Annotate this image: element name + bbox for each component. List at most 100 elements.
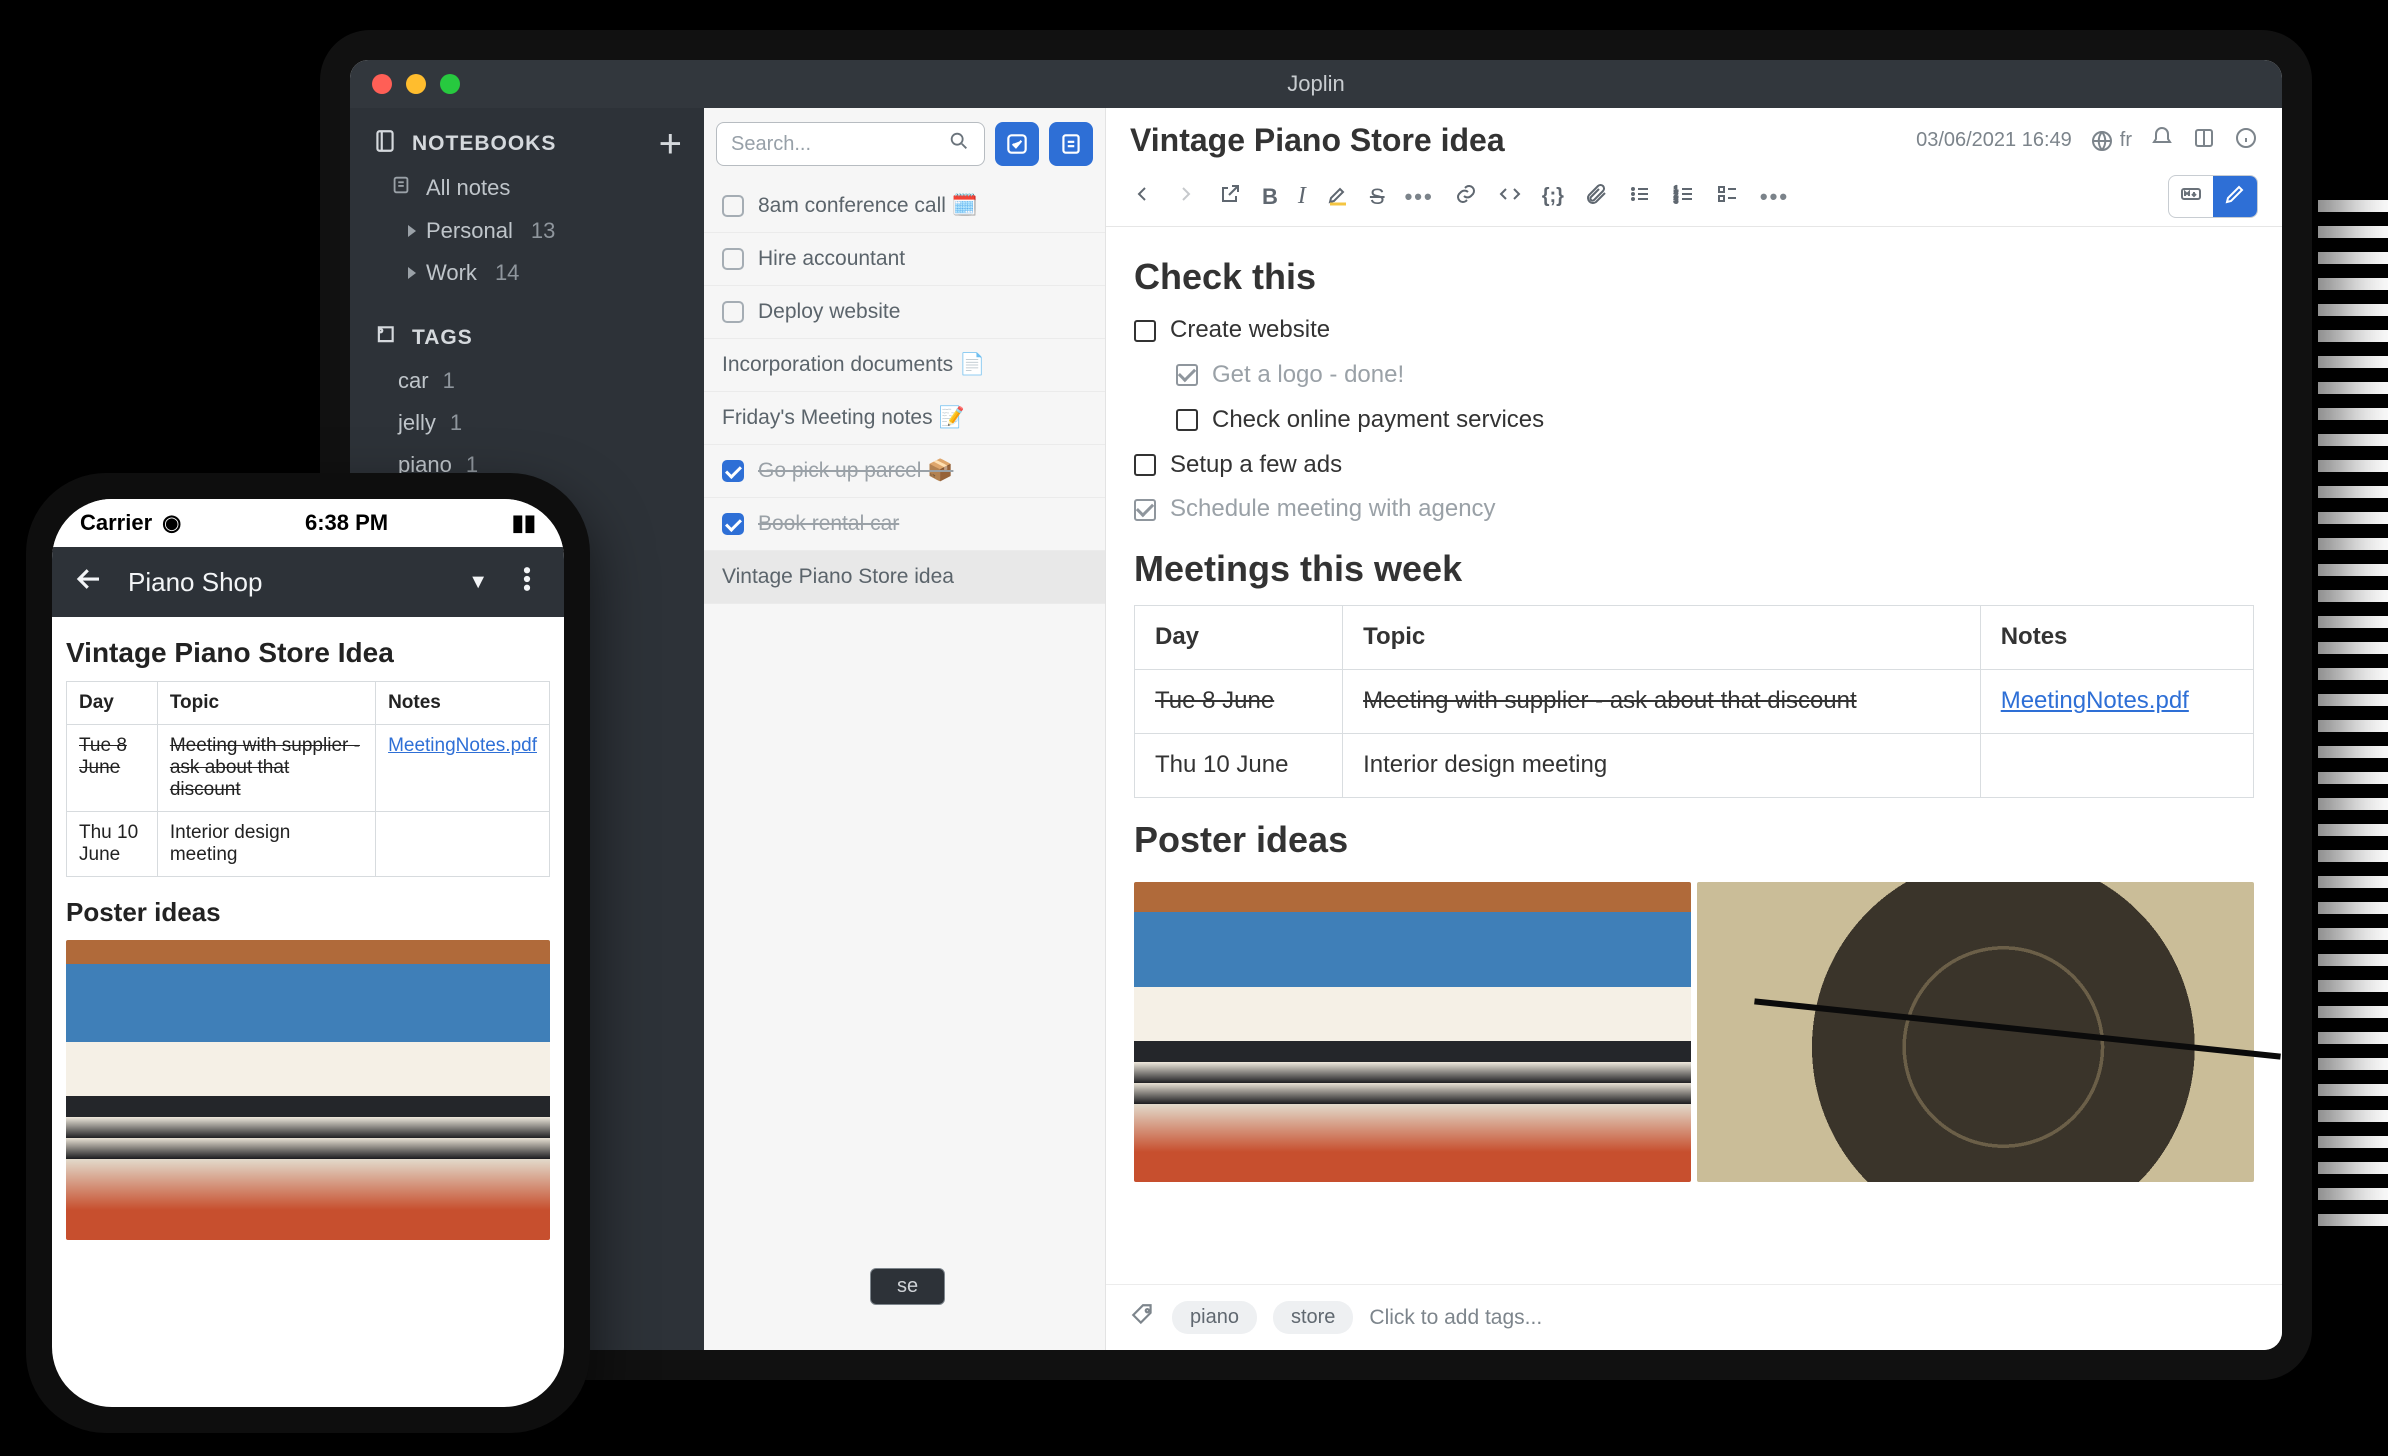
tag-chip-store[interactable]: store: [1273, 1301, 1353, 1334]
sidebar-all-notes[interactable]: All notes: [350, 166, 704, 210]
note-properties-button[interactable]: [2234, 126, 2258, 156]
task-row[interactable]: Schedule meeting with agency: [1134, 492, 2254, 527]
more-list-button[interactable]: •••: [1760, 184, 1789, 210]
notebooks-header: NOTEBOOKS: [412, 132, 556, 156]
phone-note-body[interactable]: Vintage Piano Store Idea DayTopicNotes T…: [52, 617, 564, 1407]
task-checkbox[interactable]: [1176, 364, 1198, 386]
more-menu-button[interactable]: [512, 564, 542, 601]
markdown-mode-button[interactable]: [2169, 176, 2213, 217]
task-checkbox[interactable]: [1176, 409, 1198, 431]
table-row: Thu 10 June Interior design meeting: [67, 812, 550, 877]
poster-image-piano: [1134, 882, 1691, 1182]
window-minimize-button[interactable]: [406, 74, 426, 94]
note-list-item[interactable]: Friday's Meeting notes 📝: [704, 392, 1105, 445]
add-tags-prompt[interactable]: Click to add tags...: [1369, 1306, 1542, 1330]
phone-note-title: Piano Shop: [128, 567, 262, 598]
col-day: Day: [1135, 606, 1343, 670]
task-checkbox[interactable]: [1134, 320, 1156, 342]
battery-icon: ▮▮: [512, 510, 536, 536]
table-row: Tue 8 June Meeting with supplier - ask a…: [1135, 670, 2254, 734]
tags-header: TAGS: [412, 326, 473, 350]
bullet-list-button[interactable]: [1628, 182, 1652, 211]
todo-checkbox[interactable]: [722, 195, 744, 217]
todo-checkbox[interactable]: [722, 460, 744, 482]
back-button[interactable]: [74, 564, 104, 601]
highlight-button[interactable]: [1326, 182, 1350, 211]
alarm-button[interactable]: [2150, 126, 2174, 156]
forward-button[interactable]: [1174, 182, 1198, 211]
todo-checkbox[interactable]: [722, 248, 744, 270]
table-row: Tue 8 June Meeting with supplier - ask a…: [67, 725, 550, 812]
task-row[interactable]: Create website: [1134, 313, 2254, 348]
sidebar-item-label: All notes: [426, 175, 510, 201]
note-list-item[interactable]: Deploy website: [704, 286, 1105, 339]
note-list-item[interactable]: Hire accountant: [704, 233, 1105, 286]
search-input[interactable]: Search...: [716, 122, 985, 166]
note-list-item[interactable]: Book rental car: [704, 498, 1105, 551]
more-format-button[interactable]: •••: [1405, 184, 1434, 210]
note-list-panel: Search... 8am conference call 🗓️Hire acc…: [704, 108, 1106, 1350]
note-list-item[interactable]: 8am conference call 🗓️: [704, 180, 1105, 233]
window-close-button[interactable]: [372, 74, 392, 94]
code-button[interactable]: [1498, 182, 1522, 211]
task-label: Get a logo - done!: [1212, 358, 1404, 393]
caret-right-icon: [408, 267, 416, 279]
task-checkbox[interactable]: [1134, 454, 1156, 476]
laptop-frame: Joplin NOTEBOOKS + All notes Personal 13: [320, 30, 2312, 1380]
todo-checkbox[interactable]: [722, 301, 744, 323]
notebook-icon: [372, 128, 398, 160]
richtext-mode-button[interactable]: [2213, 176, 2257, 217]
phone-status-bar: Carrier◉ 6:38 PM ▮▮: [52, 499, 564, 547]
external-edit-button[interactable]: [1218, 182, 1242, 211]
check-list-button[interactable]: [1716, 182, 1740, 211]
note-list-item-label: Vintage Piano Store idea: [722, 565, 954, 589]
spellcheck-button[interactable]: fr: [2090, 129, 2132, 153]
wifi-icon: ◉: [162, 510, 181, 536]
italic-button[interactable]: I: [1298, 183, 1306, 210]
task-row[interactable]: Get a logo - done!: [1176, 358, 2254, 393]
task-row[interactable]: Setup a few ads: [1134, 448, 2254, 483]
note-list-item[interactable]: Incorporation documents 📄: [704, 339, 1105, 392]
note-date: 03/06/2021 16:49: [1916, 129, 2072, 152]
add-notebook-button[interactable]: +: [659, 132, 682, 156]
editor-body[interactable]: Check this Create website Get a logo - do…: [1106, 227, 2282, 1284]
code-block-button[interactable]: {;}: [1542, 185, 1564, 208]
cell-notes: [376, 812, 550, 877]
sidebar-notebook-work[interactable]: Work 14: [350, 252, 704, 294]
back-button[interactable]: [1130, 182, 1154, 211]
sidebar-tag-car[interactable]: car1: [350, 360, 704, 402]
attach-button[interactable]: [1584, 182, 1608, 211]
todo-checkbox[interactable]: [722, 513, 744, 535]
phone-header: Piano Shop ▼: [52, 547, 564, 617]
task-row[interactable]: Check online payment services: [1176, 403, 2254, 438]
new-note-button[interactable]: [1049, 122, 1093, 166]
task-checkbox[interactable]: [1134, 499, 1156, 521]
heading-check: Check this: [1134, 251, 2254, 303]
sidebar-notebook-personal[interactable]: Personal 13: [350, 210, 704, 252]
tag-icon: [1130, 1302, 1156, 1334]
sidebar-bottom-button[interactable]: se: [870, 1268, 945, 1305]
number-list-button[interactable]: 123: [1672, 182, 1696, 211]
cell-notes-link[interactable]: MeetingNotes.pdf: [2001, 687, 2189, 714]
link-button[interactable]: [1454, 182, 1478, 211]
cell-notes-link[interactable]: MeetingNotes.pdf: [388, 735, 537, 756]
cell-topic: Interior design meeting: [1343, 733, 1981, 797]
phone-poster-heading: Poster ideas: [66, 897, 550, 928]
editor-mode-toggle[interactable]: [2168, 175, 2258, 218]
note-list-item[interactable]: Vintage Piano Store idea: [704, 551, 1105, 604]
strikethrough-button[interactable]: S: [1370, 184, 1385, 210]
window-zoom-button[interactable]: [440, 74, 460, 94]
cell-day: Thu 10 June: [67, 812, 158, 877]
tag-chip-piano[interactable]: piano: [1172, 1301, 1257, 1334]
note-tag-bar: piano store Click to add tags...: [1106, 1284, 2282, 1350]
note-list-item-label: Go pick up parcel 📦: [758, 459, 953, 483]
note-title[interactable]: Vintage Piano Store idea: [1130, 122, 1505, 159]
sidebar-item-label: Work: [426, 260, 477, 286]
sidebar-tag-jelly[interactable]: jelly1: [350, 402, 704, 444]
note-list-item[interactable]: Go pick up parcel 📦: [704, 445, 1105, 498]
dropdown-icon[interactable]: ▼: [468, 571, 488, 594]
bold-button[interactable]: B: [1262, 184, 1278, 210]
new-todo-button[interactable]: [995, 122, 1039, 166]
tag-count: 1: [443, 368, 455, 394]
toggle-layout-button[interactable]: [2192, 126, 2216, 156]
